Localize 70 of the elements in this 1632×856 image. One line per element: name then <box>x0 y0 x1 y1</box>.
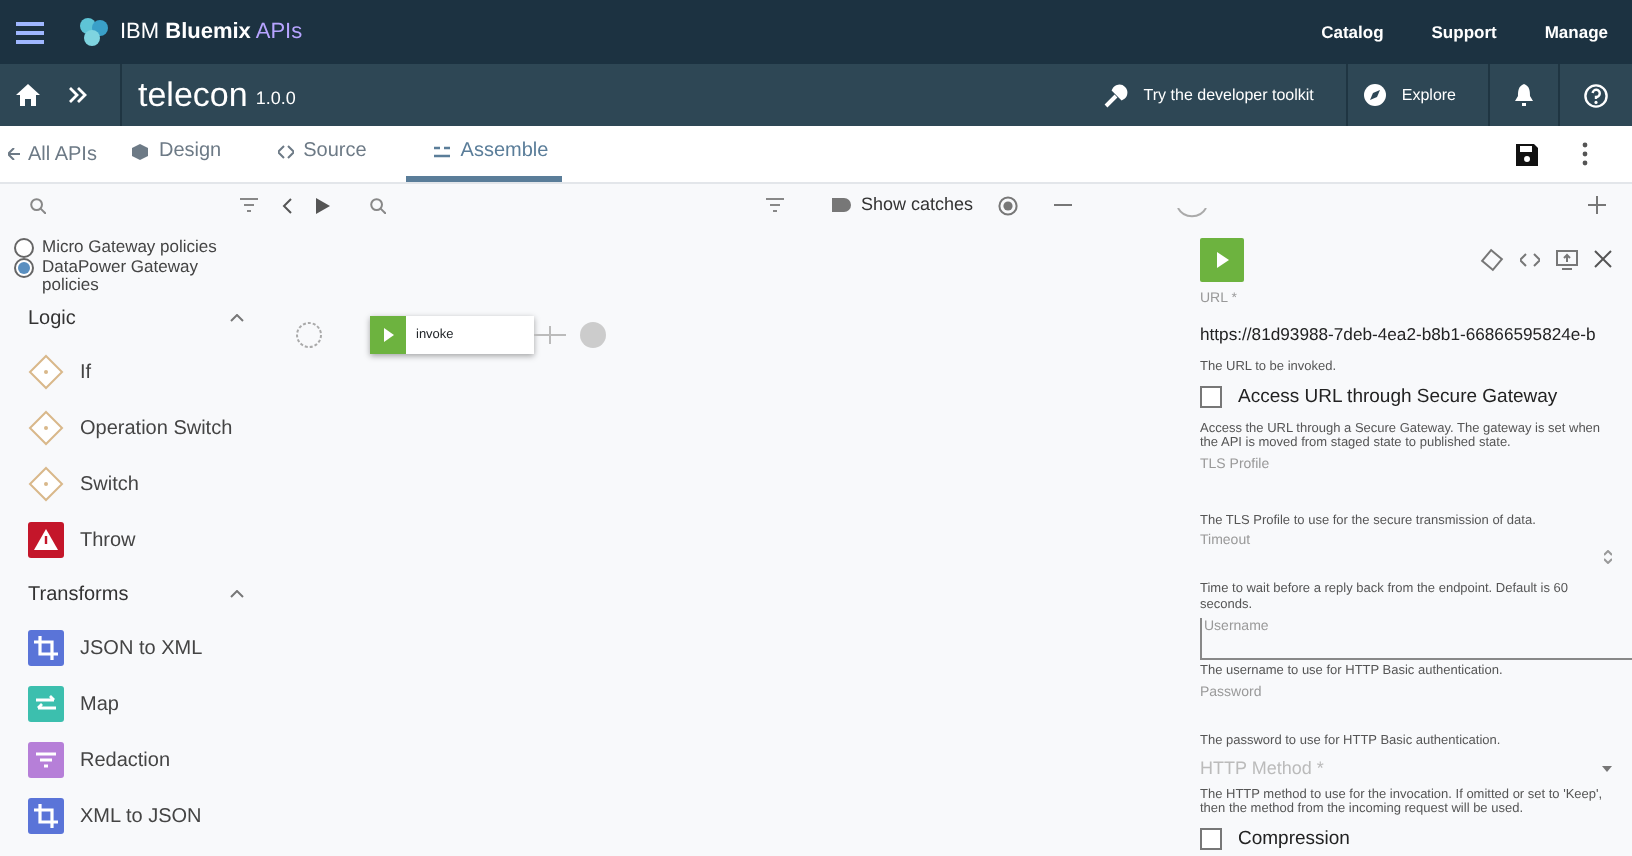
api-version: 1.0.0 <box>255 85 296 112</box>
nav-link[interactable]: Support <box>1431 19 1497 45</box>
section-heading: Logic <box>28 305 76 333</box>
gateway-radio[interactable]: DataPower Gateway policies <box>14 258 244 292</box>
nav-link[interactable]: Catalog <box>1321 19 1384 45</box>
policy-item[interactable]: If <box>0 344 260 400</box>
double-chevron-icon[interactable] <box>68 86 88 104</box>
caret-icon <box>1602 766 1612 773</box>
flow-icon <box>434 143 451 159</box>
checkbox-row[interactable]: Access URL through Secure Gateway <box>1200 383 1612 412</box>
end-circle-icon <box>580 322 606 348</box>
play-icon <box>370 316 406 354</box>
section-heading: Transforms <box>28 581 129 609</box>
policy-item[interactable]: Switch <box>0 456 260 512</box>
back-arrow-icon <box>8 148 20 160</box>
filter-icon[interactable] <box>766 198 785 212</box>
home-icon[interactable] <box>16 84 40 106</box>
chevron-up-icon[interactable] <box>230 590 244 598</box>
checkbox-row[interactable]: Compression <box>1200 825 1612 854</box>
filter-icon[interactable] <box>240 198 258 212</box>
spinner-icon[interactable] <box>1604 550 1612 565</box>
more-icon[interactable] <box>1582 142 1588 166</box>
diamond-icon <box>28 466 64 502</box>
play-icon[interactable] <box>316 197 330 213</box>
bell-icon[interactable] <box>1514 84 1534 106</box>
zoom-in-icon[interactable] <box>1588 196 1606 214</box>
explore-link[interactable]: Explore <box>1347 83 1472 107</box>
policy-item[interactable]: Operation Switch <box>0 400 260 456</box>
chevron-up-icon[interactable] <box>230 314 244 322</box>
policy-item[interactable]: Throw <box>0 512 260 568</box>
policy-item[interactable]: XML to JSON <box>0 788 260 844</box>
zoom-slider-icon[interactable] <box>1175 208 1208 218</box>
chevron-left-icon[interactable] <box>282 197 292 213</box>
show-catches-toggle[interactable]: Show catches <box>832 191 974 219</box>
swap-arrows-icon <box>28 686 64 722</box>
save-icon[interactable] <box>1516 143 1538 165</box>
brand-title[interactable]: IBM Bluemix APIs <box>120 15 303 49</box>
help-icon[interactable] <box>1584 83 1608 107</box>
diamond-icon <box>28 410 64 446</box>
policy-item[interactable]: Map <box>0 676 260 732</box>
tab[interactable]: Source <box>249 126 395 182</box>
play-icon <box>1200 237 1244 281</box>
search-icon[interactable] <box>30 197 46 213</box>
crop-icon <box>28 630 64 666</box>
screen-upload-icon[interactable] <box>1556 249 1578 269</box>
toolkit-link[interactable]: Try the developer toolkit <box>1087 83 1330 107</box>
cube-icon <box>132 143 149 159</box>
gateway-radio[interactable]: Micro Gateway policies <box>14 238 244 258</box>
warning-icon <box>28 522 64 558</box>
target-icon[interactable] <box>997 195 1018 215</box>
tab[interactable]: Assemble <box>406 126 563 182</box>
close-icon[interactable] <box>1594 250 1612 268</box>
tab[interactable]: Design <box>104 126 250 182</box>
policy-item[interactable]: JSON to XML <box>0 620 260 676</box>
back-link[interactable]: All APIs <box>0 139 105 169</box>
code-icon <box>277 143 294 159</box>
menu-icon[interactable] <box>16 21 44 43</box>
api-title: telecon <box>138 73 248 118</box>
policy-item[interactable]: Redaction <box>0 732 260 788</box>
filter-icon <box>28 742 64 778</box>
connector-line <box>534 326 566 344</box>
search-icon[interactable] <box>370 197 386 213</box>
nav-link[interactable]: Manage <box>1544 19 1608 45</box>
compass-icon <box>1363 84 1386 106</box>
code-icon[interactable] <box>1520 251 1540 267</box>
crop-icon <box>28 798 64 834</box>
url-field[interactable]: https://81d93988-7deb-4ea2-b8b1-66866595824e-b <box>1200 324 1596 345</box>
toggle-icon <box>832 198 853 212</box>
start-circle-icon <box>296 322 322 348</box>
diamond-icon <box>28 354 64 390</box>
